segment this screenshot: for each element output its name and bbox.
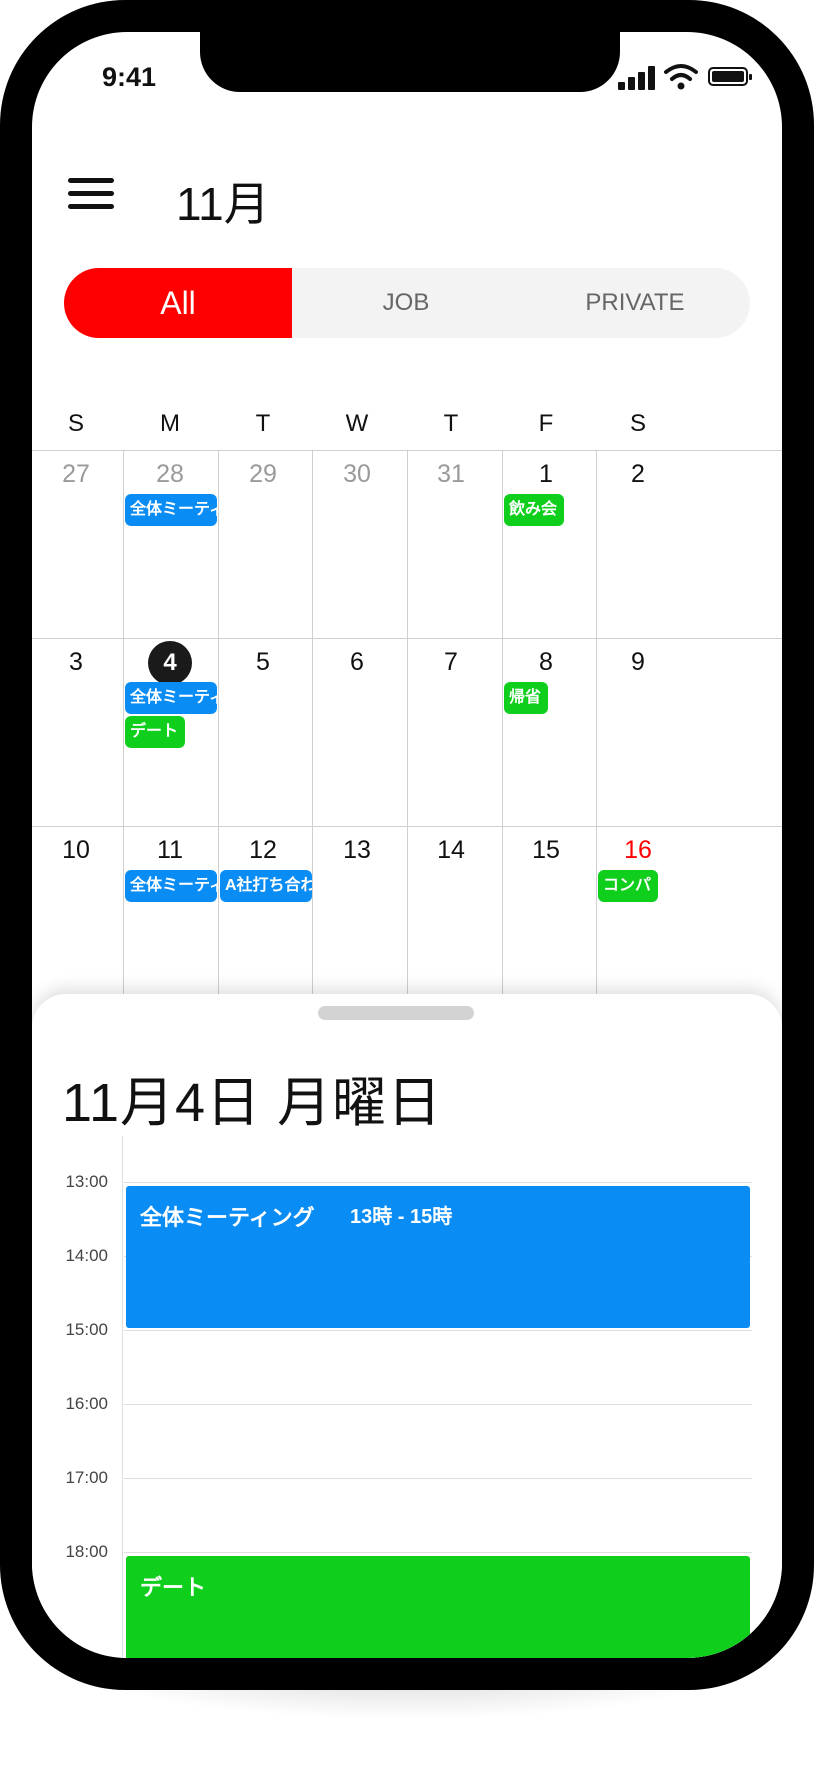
- event-title: 全体ミーティング: [140, 1205, 315, 1230]
- hour-line: [124, 1330, 752, 1331]
- event-chip[interactable]: 全体ミーティ: [125, 682, 217, 714]
- day-detail-sheet: 11月4日 月曜日 13:00 14:00 15:00 16:00 17:00 18:00…: [32, 994, 782, 1658]
- month-grid: 27 28 全体ミーティ 29 30 31 1 飲み会 2 3 4 全体ミーティ デート 5 6 7 8 帰省 9 1…: [32, 450, 782, 1018]
- timeline-event[interactable]: デート: [126, 1556, 750, 1658]
- day-number: 2: [631, 460, 645, 488]
- time-label: 18:00: [65, 1542, 108, 1561]
- weekday-label: T: [255, 410, 271, 437]
- signal-icon: [618, 64, 658, 90]
- event-chip[interactable]: コンパ: [598, 870, 658, 902]
- event-title: デート: [140, 1575, 207, 1600]
- today-indicator: 4: [148, 641, 192, 685]
- weekday-label: S: [629, 410, 646, 437]
- time-label: 14:00: [65, 1246, 108, 1265]
- day-number: 30: [343, 460, 371, 488]
- event-chip[interactable]: A社打ち合わ: [220, 870, 312, 902]
- month-title: 11月: [176, 178, 270, 230]
- wifi-icon: [664, 64, 698, 90]
- day-number: 29: [249, 460, 277, 488]
- time-label: 13:00: [65, 1172, 108, 1191]
- tab-all[interactable]: All: [64, 268, 292, 338]
- battery-icon: [708, 67, 752, 86]
- day-number: 3: [69, 648, 83, 676]
- time-label: 15:00: [65, 1320, 108, 1339]
- day-number: 28: [156, 460, 184, 488]
- hour-line: [124, 1478, 752, 1479]
- menu-icon[interactable]: [68, 176, 114, 212]
- event-chip[interactable]: 飲み会: [504, 494, 564, 526]
- hour-line: [124, 1182, 752, 1183]
- day-number: 6: [350, 648, 364, 676]
- event-chip[interactable]: デート: [125, 716, 185, 748]
- time-label: 17:00: [65, 1468, 108, 1487]
- day-number: 11: [157, 836, 183, 864]
- day-number: 14: [437, 836, 465, 864]
- event-chip[interactable]: 帰省: [504, 682, 548, 714]
- hour-line: [124, 1404, 752, 1405]
- day-number: 31: [437, 460, 465, 488]
- weekday-header: SMTWTFS: [32, 410, 782, 446]
- screen: 9:41 11月 All JOB PRIVATE SMTWTFS 27 28 全…: [32, 32, 782, 1658]
- status-icons: [618, 64, 752, 94]
- day-number: 5: [256, 648, 270, 676]
- status-time: 9:41: [102, 62, 157, 92]
- event-chip[interactable]: 全体ミーティ: [125, 870, 217, 902]
- day-number: 13: [343, 836, 371, 864]
- event-chip[interactable]: 全体ミーティ: [125, 494, 217, 526]
- event-time: 13時 - 15時: [350, 1206, 453, 1228]
- weekday-label: M: [160, 410, 180, 437]
- category-filter: All JOB PRIVATE: [64, 268, 750, 338]
- timeline-axis: [122, 1136, 123, 1658]
- time-label: 16:00: [65, 1394, 108, 1413]
- weekday-label: T: [443, 410, 459, 437]
- day-number: 9: [631, 648, 645, 676]
- weekday-label: W: [345, 410, 369, 437]
- tab-private[interactable]: PRIVATE: [520, 268, 750, 338]
- phone-frame: 9:41 11月 All JOB PRIVATE SMTWTFS 27 28 全…: [0, 0, 814, 1690]
- day-timeline: 13:00 14:00 15:00 16:00 17:00 18:00 全体ミーティング 13…: [32, 994, 782, 1658]
- day-number: 16: [624, 836, 652, 864]
- notch: [200, 32, 620, 92]
- day-number: 12: [249, 836, 277, 864]
- tab-job[interactable]: JOB: [292, 268, 520, 338]
- day-number: 7: [444, 648, 458, 676]
- hour-line: [124, 1552, 752, 1553]
- timeline-event[interactable]: 全体ミーティング 13時 - 15時: [126, 1186, 750, 1328]
